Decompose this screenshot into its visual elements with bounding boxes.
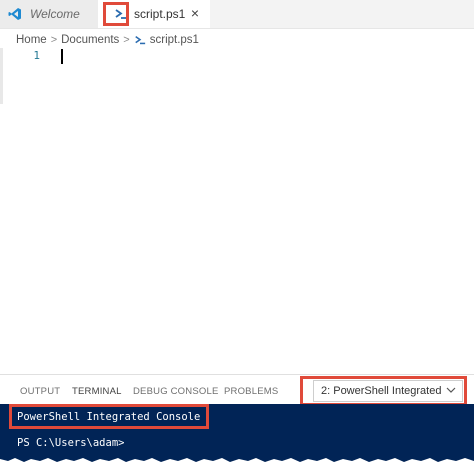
- chevron-down-icon: [446, 387, 456, 393]
- tab-script-label: script.ps1: [134, 7, 186, 21]
- editor-tab-bar: Welcome script.ps1 ×: [0, 0, 474, 29]
- breadcrumb-separator: >: [50, 34, 58, 46]
- powershell-icon: [135, 35, 145, 45]
- panel-divider: [0, 374, 474, 375]
- terminal-select-value: 2: PowerShell Integrated: [321, 385, 442, 397]
- text-cursor[interactable]: [61, 49, 63, 64]
- terminal-select-dropdown[interactable]: 2: PowerShell Integrated: [313, 380, 463, 402]
- breadcrumb-documents[interactable]: Documents: [61, 34, 119, 46]
- breadcrumb-home[interactable]: Home: [16, 34, 47, 46]
- powershell-icon: [115, 9, 127, 19]
- vscode-logo-icon: [8, 8, 21, 20]
- line-number: 1: [33, 49, 40, 62]
- tab-script[interactable]: script.ps1 ×: [98, 0, 210, 28]
- tab-debug-console[interactable]: DEBUG CONSOLE: [133, 386, 218, 397]
- breadcrumb-separator: >: [123, 34, 130, 46]
- breadcrumb-file[interactable]: script.ps1: [150, 34, 199, 46]
- tab-output[interactable]: OUTPUT: [20, 386, 60, 397]
- tab-problems[interactable]: PROBLEMS: [224, 386, 278, 397]
- terminal-prompt: PS C:\Users\adam>: [17, 437, 125, 449]
- tab-terminal[interactable]: TERMINAL: [72, 386, 122, 397]
- torn-edge-decoration: [0, 458, 474, 464]
- breadcrumb: Home > Documents > script.ps1: [16, 32, 199, 48]
- editor-gutter-indicator: [0, 48, 3, 104]
- tab-welcome-label: Welcome: [30, 7, 80, 21]
- close-icon[interactable]: ×: [187, 5, 203, 21]
- terminal-console-title: PowerShell Integrated Console: [17, 411, 201, 423]
- tab-welcome[interactable]: Welcome: [0, 0, 98, 28]
